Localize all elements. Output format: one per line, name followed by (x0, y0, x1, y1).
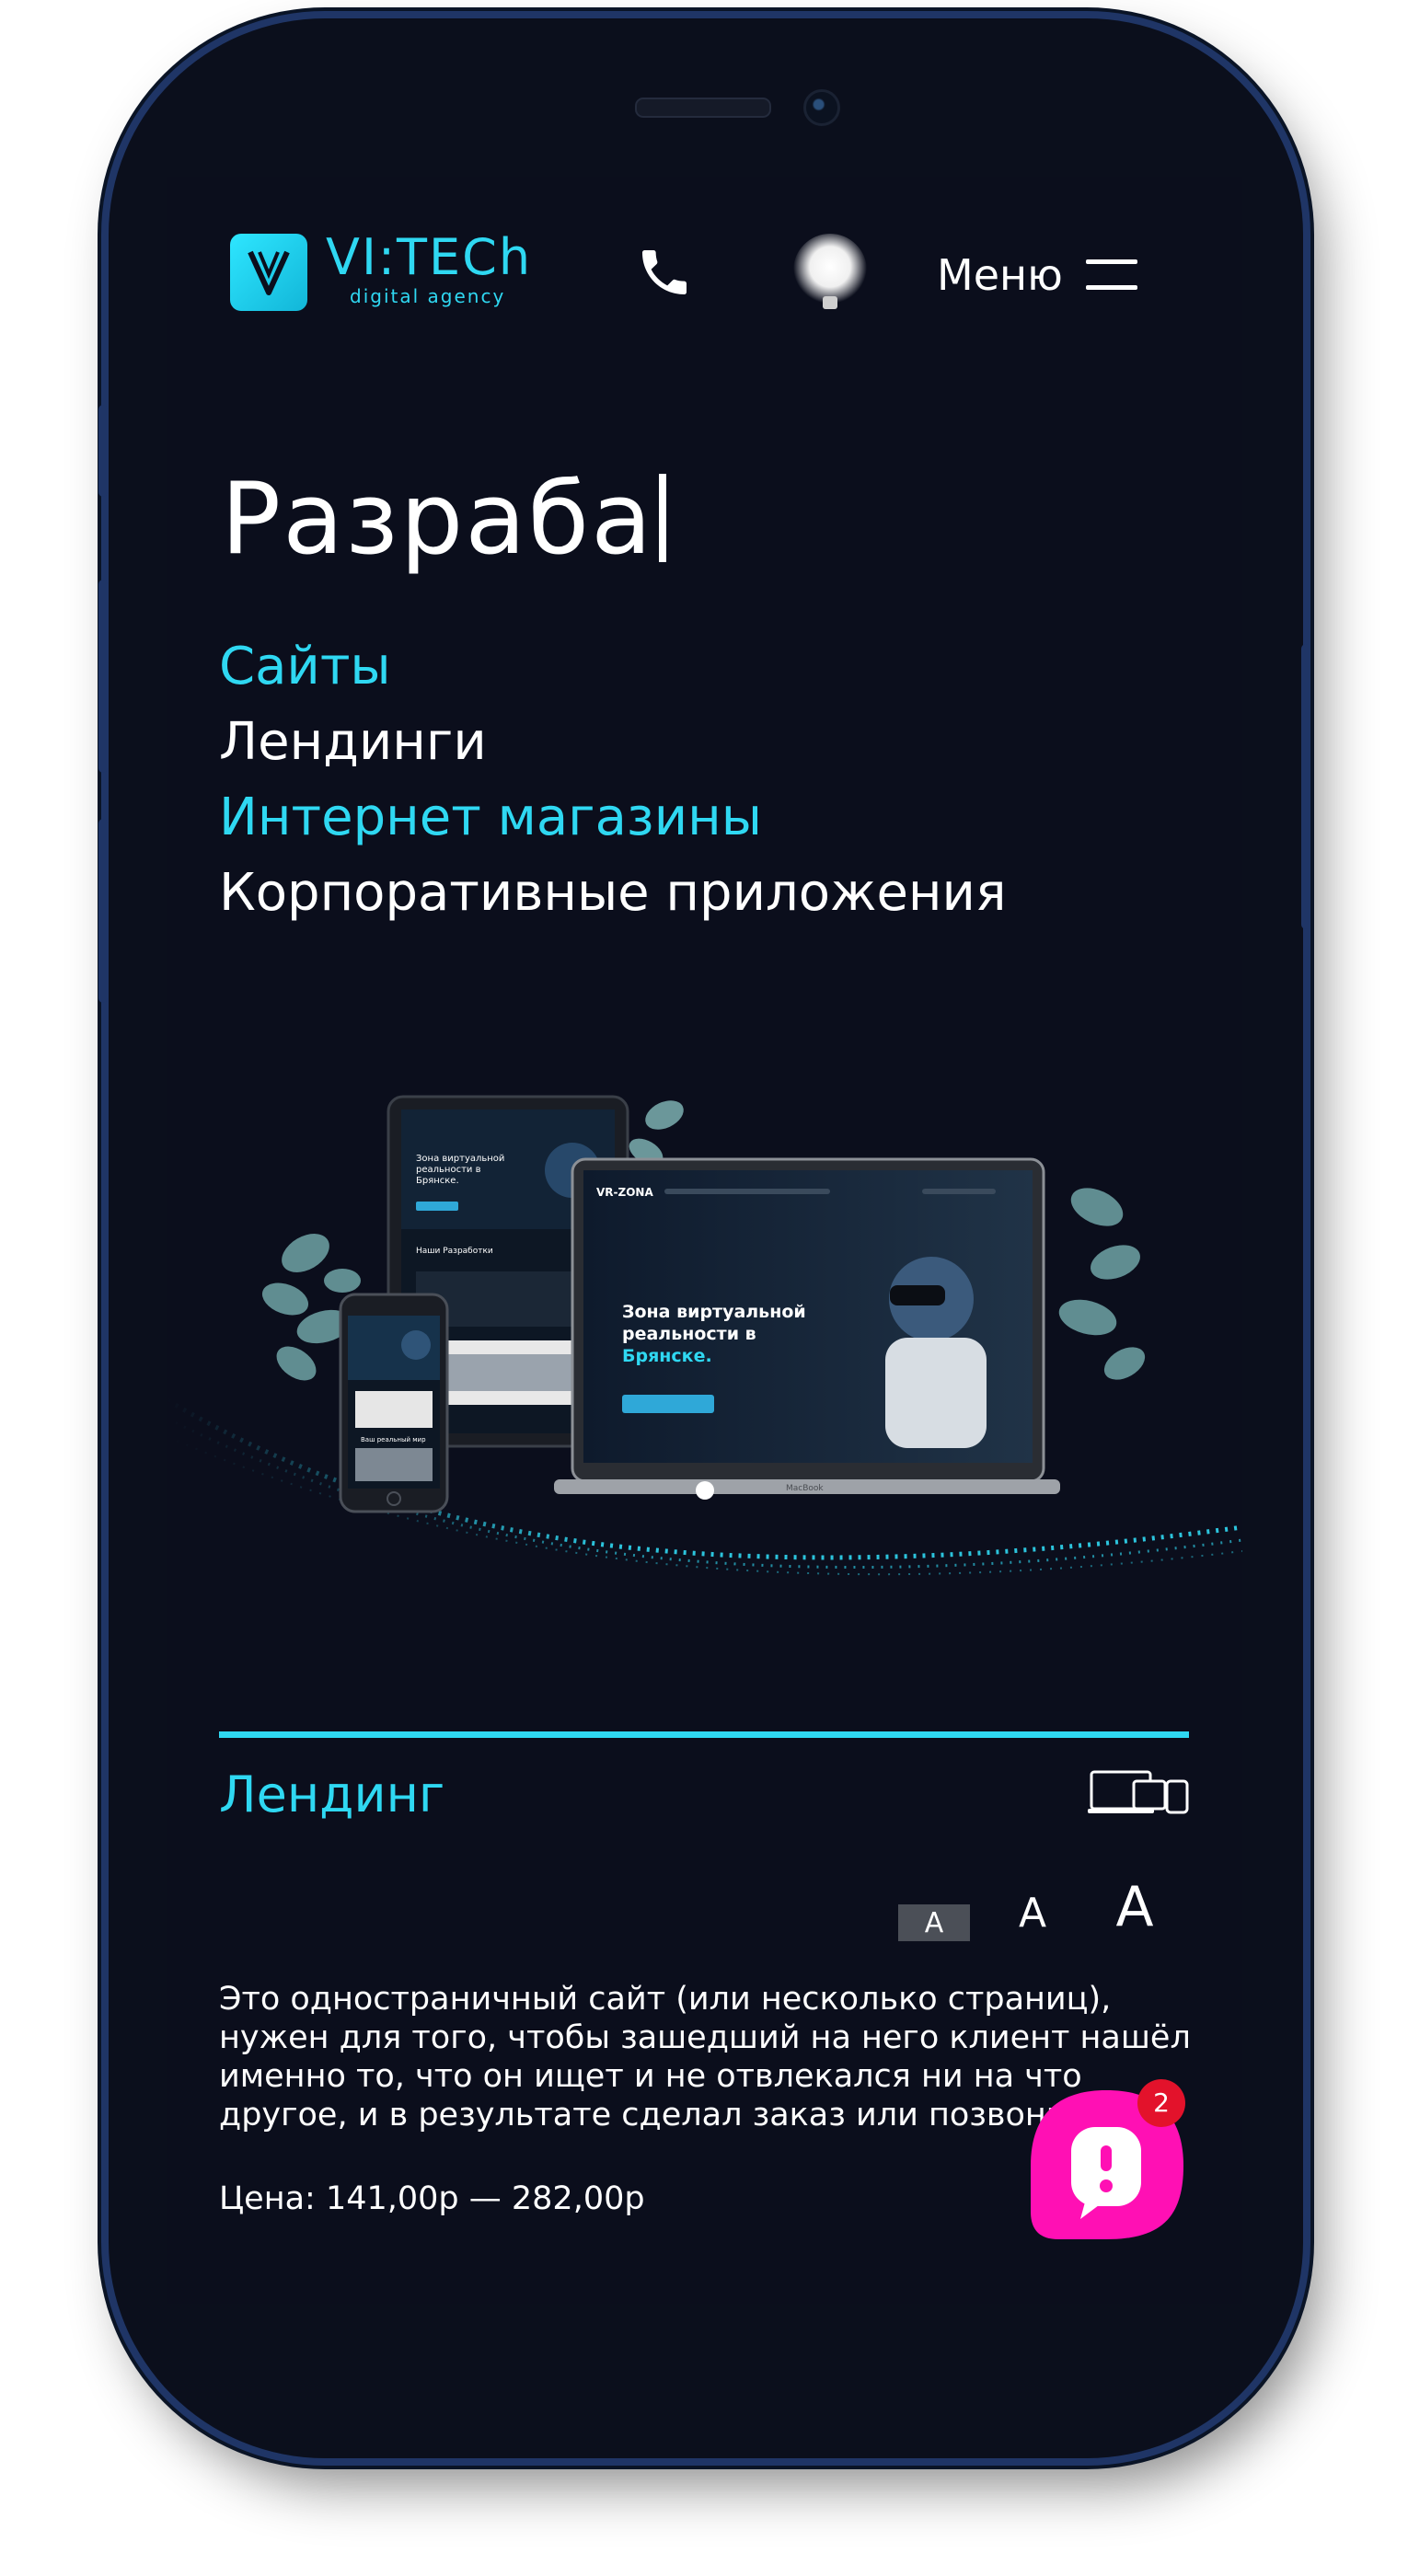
power-button (1301, 644, 1310, 929)
logo-text[interactable]: VI:TECh (326, 228, 532, 286)
typing-text: Разраба (221, 462, 654, 577)
devices-icon (1088, 1768, 1191, 1820)
vr-logo: VR-ZONA (596, 1186, 653, 1199)
screen: VI:TECh digital agency Меню Разраба Сайт… (167, 177, 1242, 2304)
service-online-stores[interactable]: Интернет магазины (219, 780, 1007, 856)
tablet-section-title: Наши Разработки (416, 1247, 493, 1256)
font-size-medium-button[interactable]: A (1005, 1890, 1060, 1937)
phone-mockup: Ваш реальный мир (339, 1293, 449, 1513)
carousel-dot[interactable] (696, 1481, 714, 1500)
typing-headline: Разраба (221, 462, 667, 577)
front-camera (803, 89, 840, 126)
logo-subtitle: digital agency (350, 285, 506, 307)
service-landings[interactable]: Лендинги (219, 705, 1007, 780)
logo-v-icon[interactable] (230, 234, 307, 311)
silent-switch (98, 819, 108, 1003)
phone-section-title: Ваш реальный мир (361, 1436, 426, 1443)
font-size-large-button[interactable]: A (1102, 1875, 1167, 1939)
service-sites[interactable]: Сайты (219, 629, 1007, 705)
devices-showcase: Зона виртуальной реальности в Брянске. Н… (167, 1087, 1242, 1603)
tab-active-underline (219, 1731, 1189, 1738)
tab-landing[interactable]: Лендинг (219, 1765, 444, 1823)
volume-down-button (98, 580, 108, 773)
lightbulb-icon[interactable] (782, 228, 878, 328)
menu-label[interactable]: Меню (937, 250, 1063, 300)
plant-right-decoration (1058, 1188, 1146, 1380)
volume-up-button (98, 405, 108, 497)
earpiece-speaker (635, 98, 771, 118)
font-size-small-button[interactable]: A (898, 1904, 970, 1941)
phone-icon[interactable] (635, 243, 694, 305)
services-list: Сайты Лендинги Интернет магазины Корпора… (219, 629, 1007, 931)
service-corporate-apps[interactable]: Корпоративные приложения (219, 856, 1007, 931)
laptop-brand: MacBook (786, 1484, 824, 1493)
text-cursor (659, 474, 667, 562)
hamburger-menu-icon[interactable] (1086, 258, 1137, 298)
laptop-mockup: VR-ZONA Зона виртуальной реальности в Бр… (554, 1157, 1060, 1494)
price-range: Цена: 141,00р — 282,00р (219, 2180, 645, 2217)
chat-unread-badge: 2 (1137, 2079, 1185, 2127)
